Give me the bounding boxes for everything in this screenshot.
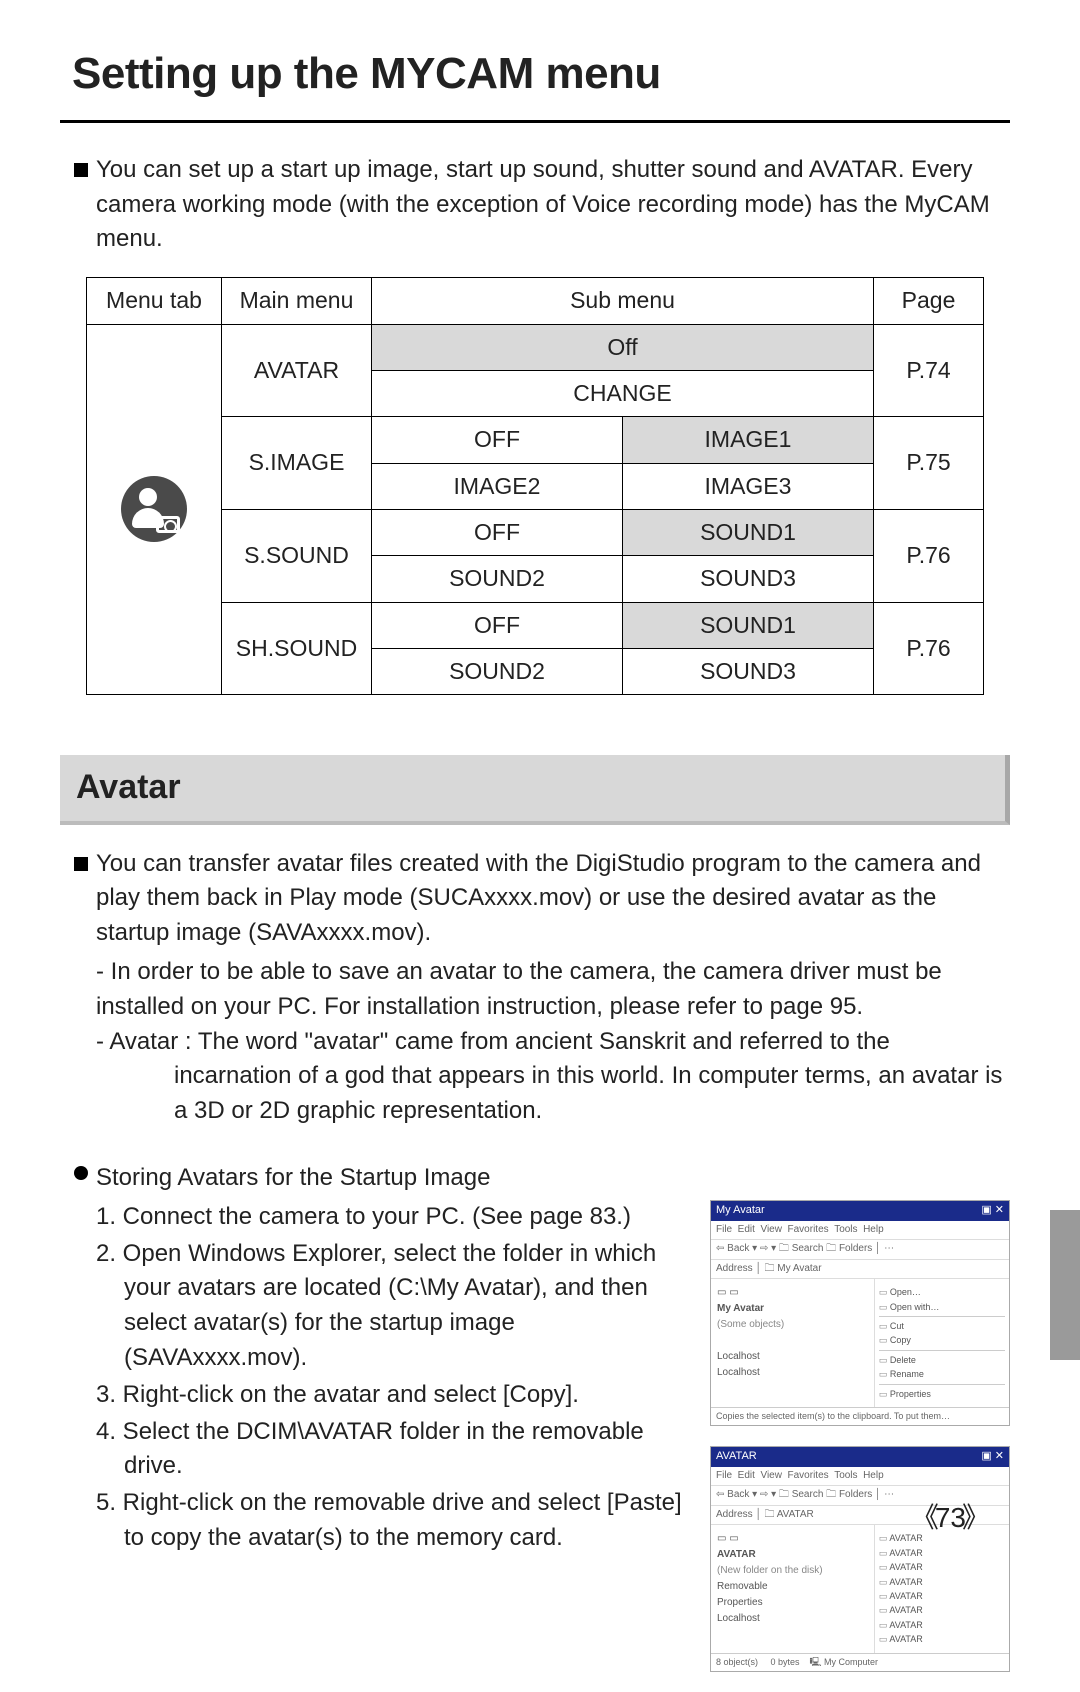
step-3: 3. Right-click on the avatar and select … <box>96 1378 690 1413</box>
sub-ssound-2: SOUND2 <box>372 556 623 602</box>
intro-paragraph: You can set up a start up image, start u… <box>60 153 1010 257</box>
page-shsound: P.76 <box>874 602 984 695</box>
profile-camera-icon <box>121 476 187 542</box>
step-5: 5. Right-click on the removable drive an… <box>96 1486 690 1556</box>
page-avatar: P.74 <box>874 324 984 417</box>
avatar-intro-note2: - Avatar : The word "avatar" came from a… <box>96 1025 1010 1129</box>
table-header-row: Menu tab Main menu Sub menu Page <box>87 278 984 324</box>
sub-shsound-3: SOUND3 <box>623 648 874 694</box>
sub-ssound-1: SOUND1 <box>623 509 874 555</box>
sub-ssound-off: OFF <box>372 509 623 555</box>
th-page: Page <box>874 278 984 324</box>
storing-steps: 1. Connect the camera to your PC. (See p… <box>96 1200 690 1558</box>
table-row: AVATAR Off P.74 <box>87 324 984 370</box>
avatar-intro-note1: - In order to be able to save an avatar … <box>96 955 1010 1025</box>
avatar-intro-block: You can transfer avatar files created wi… <box>60 847 1010 1129</box>
sub-ssound-3: SOUND3 <box>623 556 874 602</box>
th-main: Main menu <box>222 278 372 324</box>
page-number: 73 <box>911 1498 990 1539</box>
page-ssound: P.76 <box>874 509 984 602</box>
th-menutab: Menu tab <box>87 278 222 324</box>
sub-simage-3: IMAGE3 <box>623 463 874 509</box>
sub-avatar-off: Off <box>372 324 874 370</box>
sub-simage-2: IMAGE2 <box>372 463 623 509</box>
sub-shsound-off: OFF <box>372 602 623 648</box>
avatar-intro-main: You can transfer avatar files created wi… <box>96 847 1010 951</box>
sub-avatar-change: CHANGE <box>372 370 874 416</box>
table-row: S.SOUND OFF SOUND1 P.76 <box>87 509 984 555</box>
menutab-icon-cell <box>87 324 222 695</box>
tab-strip <box>1050 1210 1080 1360</box>
th-sub: Sub menu <box>372 278 874 324</box>
bullet-icon <box>74 1166 88 1180</box>
step-4: 4. Select the DCIM\AVATAR folder in the … <box>96 1415 690 1485</box>
step-1: 1. Connect the camera to your PC. (See p… <box>96 1200 690 1235</box>
table-row: S.IMAGE OFF IMAGE1 P.75 <box>87 417 984 463</box>
storing-section: Storing Avatars for the Startup Image 1.… <box>60 1161 1010 1692</box>
explorer-screenshot-2: AVATAR▣ ✕ File Edit View Favorites Tools… <box>710 1446 1010 1672</box>
storing-title: Storing Avatars for the Startup Image <box>96 1161 1010 1196</box>
sub-shsound-2: SOUND2 <box>372 648 623 694</box>
explorer-screenshot-1: My Avatar▣ ✕ File Edit View Favorites To… <box>710 1200 1010 1426</box>
sub-simage-1: IMAGE1 <box>623 417 874 463</box>
sub-shsound-1: SOUND1 <box>623 602 874 648</box>
main-ssound: S.SOUND <box>222 509 372 602</box>
step-2: 2. Open Windows Explorer, select the fol… <box>96 1237 690 1376</box>
mycam-menu-table: Menu tab Main menu Sub menu Page AVATAR … <box>86 277 984 695</box>
page-title: Setting up the MYCAM menu <box>60 30 1010 123</box>
sub-simage-off: OFF <box>372 417 623 463</box>
main-shsound: SH.SOUND <box>222 602 372 695</box>
main-avatar: AVATAR <box>222 324 372 417</box>
avatar-heading: Avatar <box>60 755 1010 824</box>
table-row: SH.SOUND OFF SOUND1 P.76 <box>87 602 984 648</box>
main-simage: S.IMAGE <box>222 417 372 510</box>
page-simage: P.75 <box>874 417 984 510</box>
